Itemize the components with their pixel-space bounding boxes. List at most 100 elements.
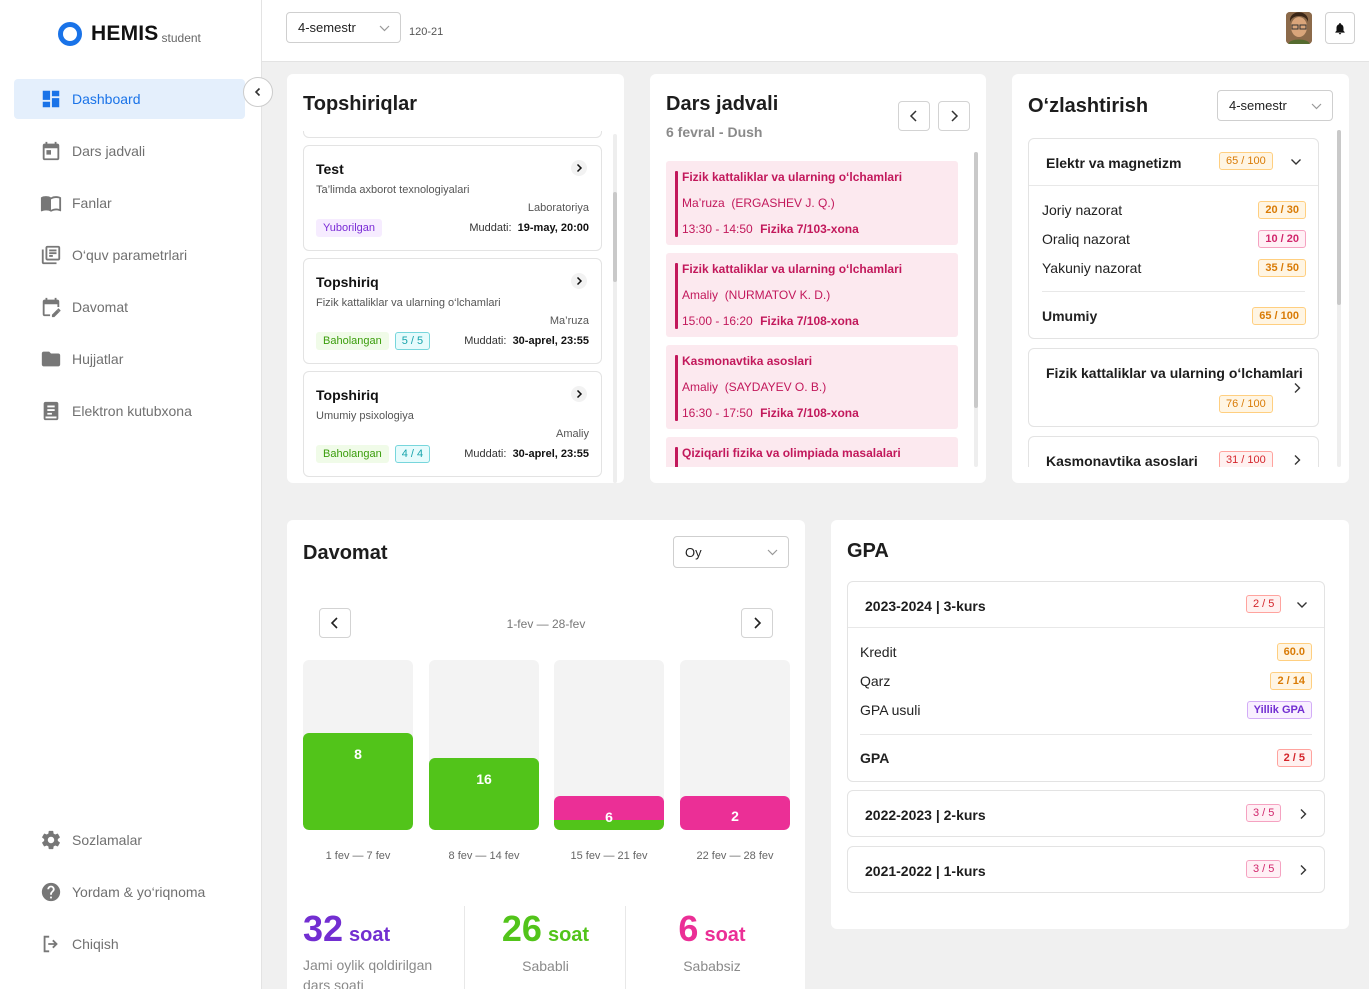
- stat-value: 32: [303, 908, 344, 949]
- gpa-year-card[interactable]: 2021-2022 | 1-kurs 3 / 5: [847, 846, 1325, 893]
- sidebar-item-sozlamalar[interactable]: Sozlamalar: [14, 820, 245, 860]
- gpa-year-card[interactable]: 2022-2023 | 2-kurs 3 / 5: [847, 790, 1325, 837]
- attendance-bar-week-2[interactable]: 16: [429, 660, 539, 830]
- total-hours: 32 soat: [303, 908, 390, 950]
- semester-select[interactable]: 4-semestr: [286, 12, 401, 43]
- bar-label: 1 fev — 7 fev: [325, 850, 391, 862]
- schedule-next-button[interactable]: [938, 101, 970, 131]
- grade-row-value: 10 / 20: [1258, 230, 1306, 248]
- subject-header[interactable]: Elektr va magnetizm 65 / 100: [1029, 139, 1318, 186]
- mastery-semester-select[interactable]: 4-semestr: [1217, 90, 1333, 121]
- task-item[interactable]: Topshiriq Fizik kattaliklar va ularning …: [303, 258, 602, 364]
- bell-icon: [1335, 22, 1345, 34]
- chevron-left-icon: [909, 110, 917, 122]
- ebook-icon: [43, 401, 59, 421]
- deadline-label: Muddati:: [464, 335, 507, 347]
- gpa-year-header[interactable]: 2023-2024 | 3-kurs 2 / 5: [848, 582, 1324, 628]
- avatar[interactable]: [1286, 12, 1312, 44]
- task-item[interactable]: Topshiriq Umumiy psixologiya Amaliy Baho…: [303, 371, 602, 477]
- sidebar-item-label: O‘quv parametrlari: [72, 247, 188, 263]
- sidebar-item-davomat[interactable]: Davomat: [14, 287, 245, 327]
- gpa-row-value: 60.0: [1276, 643, 1312, 661]
- attendance-card: Davomat Oy 1-fev — 28-fev 8 1 fev — 7 fe…: [287, 520, 805, 989]
- sidebar-item-chiqish[interactable]: Chiqish: [14, 924, 245, 964]
- task-deadline: Muddati: 30-aprel, 23:55: [464, 335, 589, 347]
- notifications-button[interactable]: [1325, 12, 1355, 44]
- chevron-right-icon: [1300, 865, 1307, 875]
- schedule-prev-button[interactable]: [898, 101, 930, 131]
- chevron-right-icon: [754, 617, 762, 629]
- sidebar-item-label: Davomat: [72, 299, 129, 315]
- mastery-list: Elektr va magnetizm 65 / 100 Joriy nazor…: [1012, 138, 1349, 467]
- task-deadline: Muddati: 19-may, 20:00: [469, 222, 589, 234]
- grade-row-label: Oraliq nazorat: [1042, 231, 1130, 247]
- lesson-name: Fizik kattaliklar va ularning o‘lchamlar…: [682, 262, 903, 276]
- tasks-scrollbar-thumb[interactable]: [613, 192, 617, 282]
- sidebar-item-label: Sozlamalar: [72, 832, 143, 848]
- task-title: Test: [316, 161, 344, 177]
- deadline-label: Muddati:: [464, 448, 507, 460]
- lesson-time: 16:30 - 17:50: [682, 406, 753, 420]
- stat-value: 6: [678, 908, 699, 949]
- attendance-bar-week-1[interactable]: 8: [303, 660, 413, 830]
- chevron-right-icon: [1300, 809, 1307, 819]
- sidebar-item-label: Yordam & yo‘riqnoma: [72, 884, 206, 900]
- grade-row-label: Joriy nazorat: [1042, 202, 1123, 218]
- gpa-card: GPA 2023-2024 | 3-kurs 2 / 5 Kredit 60.0…: [831, 520, 1349, 929]
- gpa-row-label: Qarz: [860, 673, 891, 689]
- sidebar-collapse-button[interactable]: [243, 77, 273, 107]
- gpa-year-score-badge: 3 / 5: [1246, 860, 1282, 878]
- task-item[interactable]: Test Ta’limda axborot texnologiyalari La…: [303, 145, 602, 251]
- lesson-item[interactable]: Fizik kattaliklar va ularning o‘lchamlar…: [666, 253, 958, 337]
- chevron-right-circle-icon[interactable]: [571, 273, 587, 289]
- attendance-period-select[interactable]: Oy: [673, 536, 789, 568]
- lesson-type-teacher: Amaliy (SAYDAYEV O. B.): [682, 380, 826, 394]
- gpa-row-value: 2 / 14: [1270, 672, 1312, 690]
- subject-name: Elektr va magnetizm: [1046, 155, 1182, 171]
- attendance-title: Davomat: [303, 542, 388, 564]
- subject-card[interactable]: Kasmonavtika asoslari 31 / 100: [1028, 436, 1319, 467]
- lesson-teacher: (NURMATOV K. D.): [724, 288, 831, 302]
- chevron-down-icon: [1291, 159, 1301, 165]
- chevron-right-circle-icon[interactable]: [571, 160, 587, 176]
- lesson-type: Ma’ruza: [682, 196, 725, 210]
- chevron-right-circle-icon[interactable]: [571, 386, 587, 402]
- task-type: Ma’ruza: [549, 315, 589, 327]
- sidebar-item-hujjatlar[interactable]: Hujjatlar: [14, 339, 245, 379]
- lesson-item[interactable]: Qiziqarli fizika va olimpiada masalalari: [666, 437, 958, 467]
- mastery-scrollbar-thumb[interactable]: [1337, 130, 1341, 305]
- app-logo[interactable]: HEMIS student: [58, 22, 201, 46]
- grade-row-label: Yakuniy nazorat: [1042, 260, 1142, 276]
- attendance-period-value: Oy: [685, 544, 702, 560]
- sidebar-item-oquv-parametrlari[interactable]: O‘quv parametrlari: [14, 235, 245, 275]
- lesson-item[interactable]: Kasmonavtika asoslari Amaliy (SAYDAYEV O…: [666, 345, 958, 429]
- attendance-next-button[interactable]: [741, 608, 773, 638]
- stat-unit: soat: [349, 924, 391, 946]
- lesson-name: Fizik kattaliklar va ularning o‘lchamlar…: [682, 170, 903, 184]
- gpa-row-label: GPA usuli: [860, 702, 921, 718]
- lesson-item[interactable]: Fizik kattaliklar va ularning o‘lchamlar…: [666, 161, 958, 245]
- sidebar-item-fanlar[interactable]: Fanlar: [14, 183, 245, 223]
- semester-select-value: 4-semestr: [298, 20, 356, 35]
- schedule-scrollbar-thumb[interactable]: [974, 152, 978, 408]
- attendance-bar-week-4[interactable]: 2: [680, 660, 790, 830]
- unexcused-hours: 6 soat: [626, 908, 798, 950]
- subject-card[interactable]: Fizik kattaliklar va ularning o‘lchamlar…: [1028, 348, 1319, 427]
- task-card-edge: [303, 131, 602, 138]
- attendance-bar-week-3[interactable]: 6: [554, 660, 664, 830]
- gpa-year-card-expanded: 2023-2024 | 3-kurs 2 / 5 Kredit 60.0 Qar…: [847, 581, 1325, 782]
- sidebar-item-dars-jadvali[interactable]: Dars jadvali: [14, 131, 245, 171]
- mastery-card: O‘zlashtirish 4-semestr Elektr va magnet…: [1012, 74, 1349, 483]
- lesson-room: Fizika 7/108-xona: [760, 314, 859, 328]
- status-badge: Baholangan: [316, 445, 389, 463]
- chevron-down-icon: [379, 25, 390, 31]
- sidebar-item-label: Dars jadvali: [72, 143, 146, 159]
- sidebar-item-elektron-kutubxona[interactable]: Elektron kutubxona: [14, 391, 245, 431]
- tasks-scrollbar[interactable]: [613, 134, 617, 483]
- sidebar-item-dashboard[interactable]: Dashboard: [14, 79, 245, 119]
- logo-ring-icon: [58, 22, 82, 46]
- deadline-value: 19-may, 20:00: [517, 222, 589, 234]
- app-subname: student: [161, 30, 201, 45]
- status-badge: Yuborilgan: [316, 219, 382, 237]
- sidebar-item-yordam[interactable]: Yordam & yo‘riqnoma: [14, 872, 245, 912]
